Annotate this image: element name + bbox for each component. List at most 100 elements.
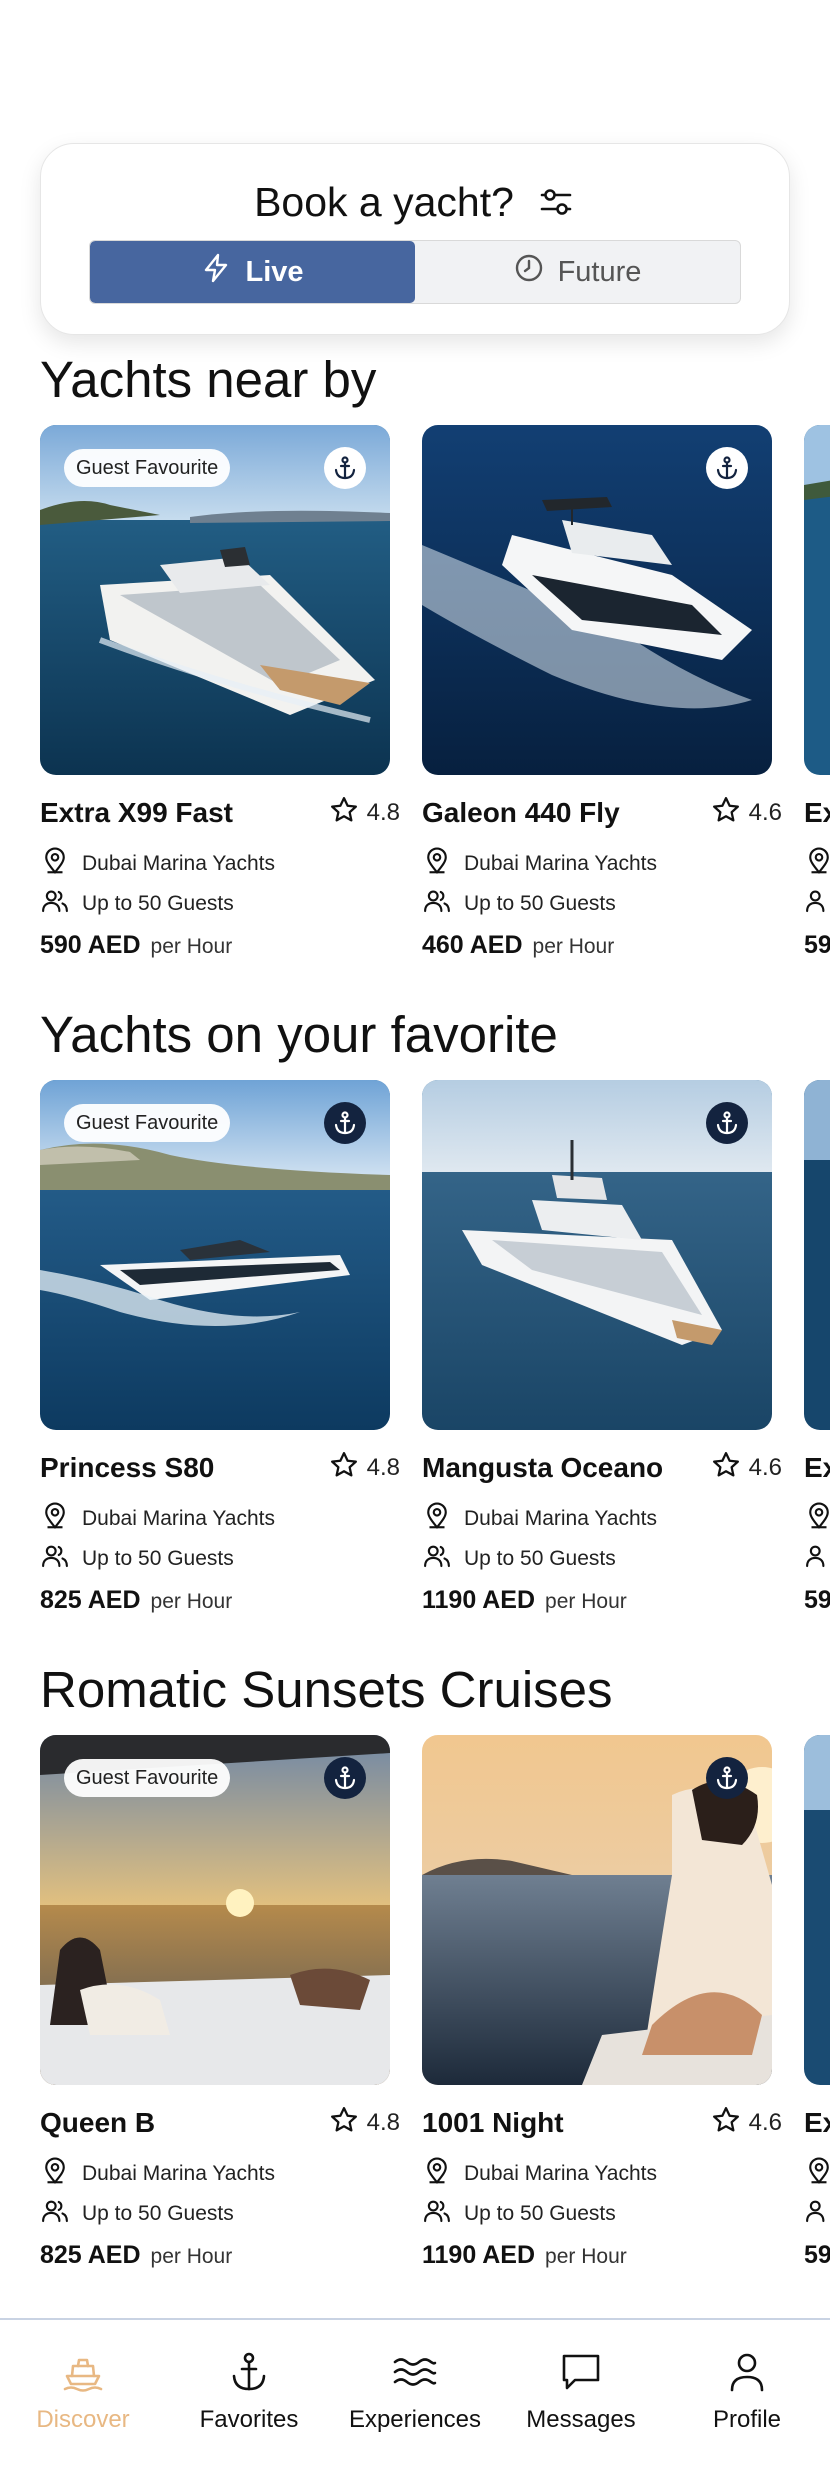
guests-text: Up to 50 Guests: [82, 892, 234, 915]
guests-row: Up to 50 Guests: [422, 1544, 616, 1574]
anchor-icon[interactable]: [324, 447, 366, 489]
guests-row: Up to 50 Guests: [40, 889, 234, 919]
yacht-card[interactable]: Ex 59: [804, 1080, 830, 1614]
yacht-name: Mangusta Oceano: [422, 1452, 664, 1483]
price-row: 825 AED per Hour: [40, 2241, 232, 2270]
toggle-live[interactable]: Live: [90, 241, 415, 303]
yacht-name: Galeon 440 Fly: [422, 797, 620, 828]
location-row: Dubai Marina Yachts: [422, 1502, 657, 1534]
price-unit: per Hour: [150, 935, 233, 958]
waves-icon: [391, 2348, 439, 2396]
card-header: Princess S80 4.8: [40, 1450, 400, 1486]
location-pin-icon: [804, 2156, 830, 2192]
clock-icon: [514, 253, 544, 291]
yachts-nearby-row: Guest Favourite Extra X99 Fast 4.8 Dubai…: [40, 425, 830, 985]
nav-profile[interactable]: Profile: [664, 2320, 830, 2472]
yacht-card[interactable]: Guest Favourite Princess S80 4.8 Dubai M…: [40, 1080, 400, 1614]
anchor-icon[interactable]: [706, 1757, 748, 1799]
card-header: Ex: [804, 2105, 830, 2141]
price: 460 AED: [422, 931, 523, 959]
price-row: 825 AED per Hour: [40, 1586, 232, 1615]
anchor-icon[interactable]: [324, 1102, 366, 1144]
star-icon: [329, 2105, 359, 2142]
sunset-cruises-row: Guest Favourite Queen B 4.8 Dubai Marina…: [40, 1735, 830, 2295]
users-icon: [804, 1541, 830, 1577]
user-icon: [723, 2348, 771, 2396]
anchor-icon[interactable]: [706, 1102, 748, 1144]
star-icon: [329, 795, 359, 832]
yacht-card[interactable]: Ex 59: [804, 1735, 830, 2269]
yacht-name: Princess S80: [40, 1452, 215, 1483]
yacht-card[interactable]: Ex 59: [804, 425, 830, 959]
yacht-card[interactable]: Guest Favourite Queen B 4.8 Dubai Marina…: [40, 1735, 400, 2269]
guests-text: Up to 50 Guests: [464, 892, 616, 915]
users-icon: [422, 1541, 452, 1577]
guests-row: Up to 50 Guests: [422, 2199, 616, 2229]
location-row: Dubai Marina Yachts: [40, 847, 275, 879]
price-row: 1190 AED per Hour: [422, 1586, 627, 1615]
rating: 4.8: [329, 1450, 400, 1487]
price-unit: per Hour: [150, 1590, 233, 1613]
yacht-image: Guest Favourite: [40, 1735, 390, 2085]
rating-value: 4.8: [366, 2109, 400, 2136]
price: 59: [804, 931, 830, 959]
location-text: Dubai Marina Yachts: [464, 2162, 657, 2185]
section-title-favorite: Yachts on your favorite: [40, 1006, 558, 1063]
guest-favourite-badge: Guest Favourite: [64, 1104, 231, 1142]
yacht-name: Ex: [804, 797, 830, 828]
users-icon: [422, 886, 452, 922]
anchor-icon[interactable]: [324, 1757, 366, 1799]
sliders-icon[interactable]: [536, 182, 576, 222]
price: 825 AED: [40, 2241, 141, 2269]
price: 59: [804, 1586, 830, 1614]
card-header: Galeon 440 Fly 4.6: [422, 795, 782, 831]
price: 590 AED: [40, 931, 141, 959]
guests-row: [804, 1544, 830, 1574]
yacht-card[interactable]: Galeon 440 Fly 4.6 Dubai Marina Yachts U…: [422, 425, 782, 959]
rating-value: 4.6: [748, 1454, 782, 1481]
guests-text: Up to 50 Guests: [82, 2202, 234, 2225]
location-text: Dubai Marina Yachts: [82, 852, 275, 875]
price: 59: [804, 2241, 830, 2269]
card-header: Ex: [804, 1450, 830, 1486]
location-pin-icon: [422, 846, 452, 882]
anchor-icon[interactable]: [706, 447, 748, 489]
yacht-image: Guest Favourite: [40, 1080, 390, 1430]
guests-text: Up to 50 Guests: [464, 2202, 616, 2225]
guests-row: Up to 50 Guests: [40, 1544, 234, 1574]
guests-row: Up to 50 Guests: [422, 889, 616, 919]
card-header: Extra X99 Fast 4.8: [40, 795, 400, 831]
nav-label: Favorites: [199, 2406, 299, 2433]
card-header: Ex: [804, 795, 830, 831]
guests-text: Up to 50 Guests: [464, 1547, 616, 1570]
star-icon: [711, 795, 741, 832]
toggle-live-label: Live: [245, 255, 304, 288]
price: 1190 AED: [422, 2241, 536, 2269]
rating-value: 4.6: [748, 2109, 782, 2136]
location-pin-icon: [422, 2156, 452, 2192]
nav-discover[interactable]: Discover: [0, 2320, 166, 2472]
location-pin-icon: [40, 2156, 70, 2192]
yacht-card[interactable]: Mangusta Oceano 4.6 Dubai Marina Yachts …: [422, 1080, 782, 1614]
guests-row: [804, 889, 830, 919]
price-row: 59: [804, 931, 830, 960]
star-icon: [711, 2105, 741, 2142]
price-row: 59: [804, 2241, 830, 2270]
nav-messages[interactable]: Messages: [498, 2320, 664, 2472]
price-unit: per Hour: [545, 1590, 627, 1613]
rating: 4.6: [711, 1450, 782, 1487]
yacht-image: [804, 1735, 830, 2085]
nav-label: Profile: [712, 2406, 782, 2433]
location-pin-icon: [804, 1501, 830, 1537]
yacht-card[interactable]: Guest Favourite Extra X99 Fast 4.8 Dubai…: [40, 425, 400, 959]
yacht-image: [804, 425, 830, 775]
location-text: Dubai Marina Yachts: [464, 1507, 657, 1530]
yacht-name: Queen B: [40, 2107, 156, 2138]
yacht-card[interactable]: 1001 Night 4.6 Dubai Marina Yachts Up to…: [422, 1735, 782, 2269]
users-icon: [422, 2196, 452, 2232]
toggle-future[interactable]: Future: [415, 241, 740, 303]
yachts-favorite-row: Guest Favourite Princess S80 4.8 Dubai M…: [40, 1080, 830, 1640]
nav-favorites[interactable]: Favorites: [166, 2320, 332, 2472]
price-unit: per Hour: [150, 2245, 233, 2268]
nav-experiences[interactable]: Experiences: [332, 2320, 498, 2472]
